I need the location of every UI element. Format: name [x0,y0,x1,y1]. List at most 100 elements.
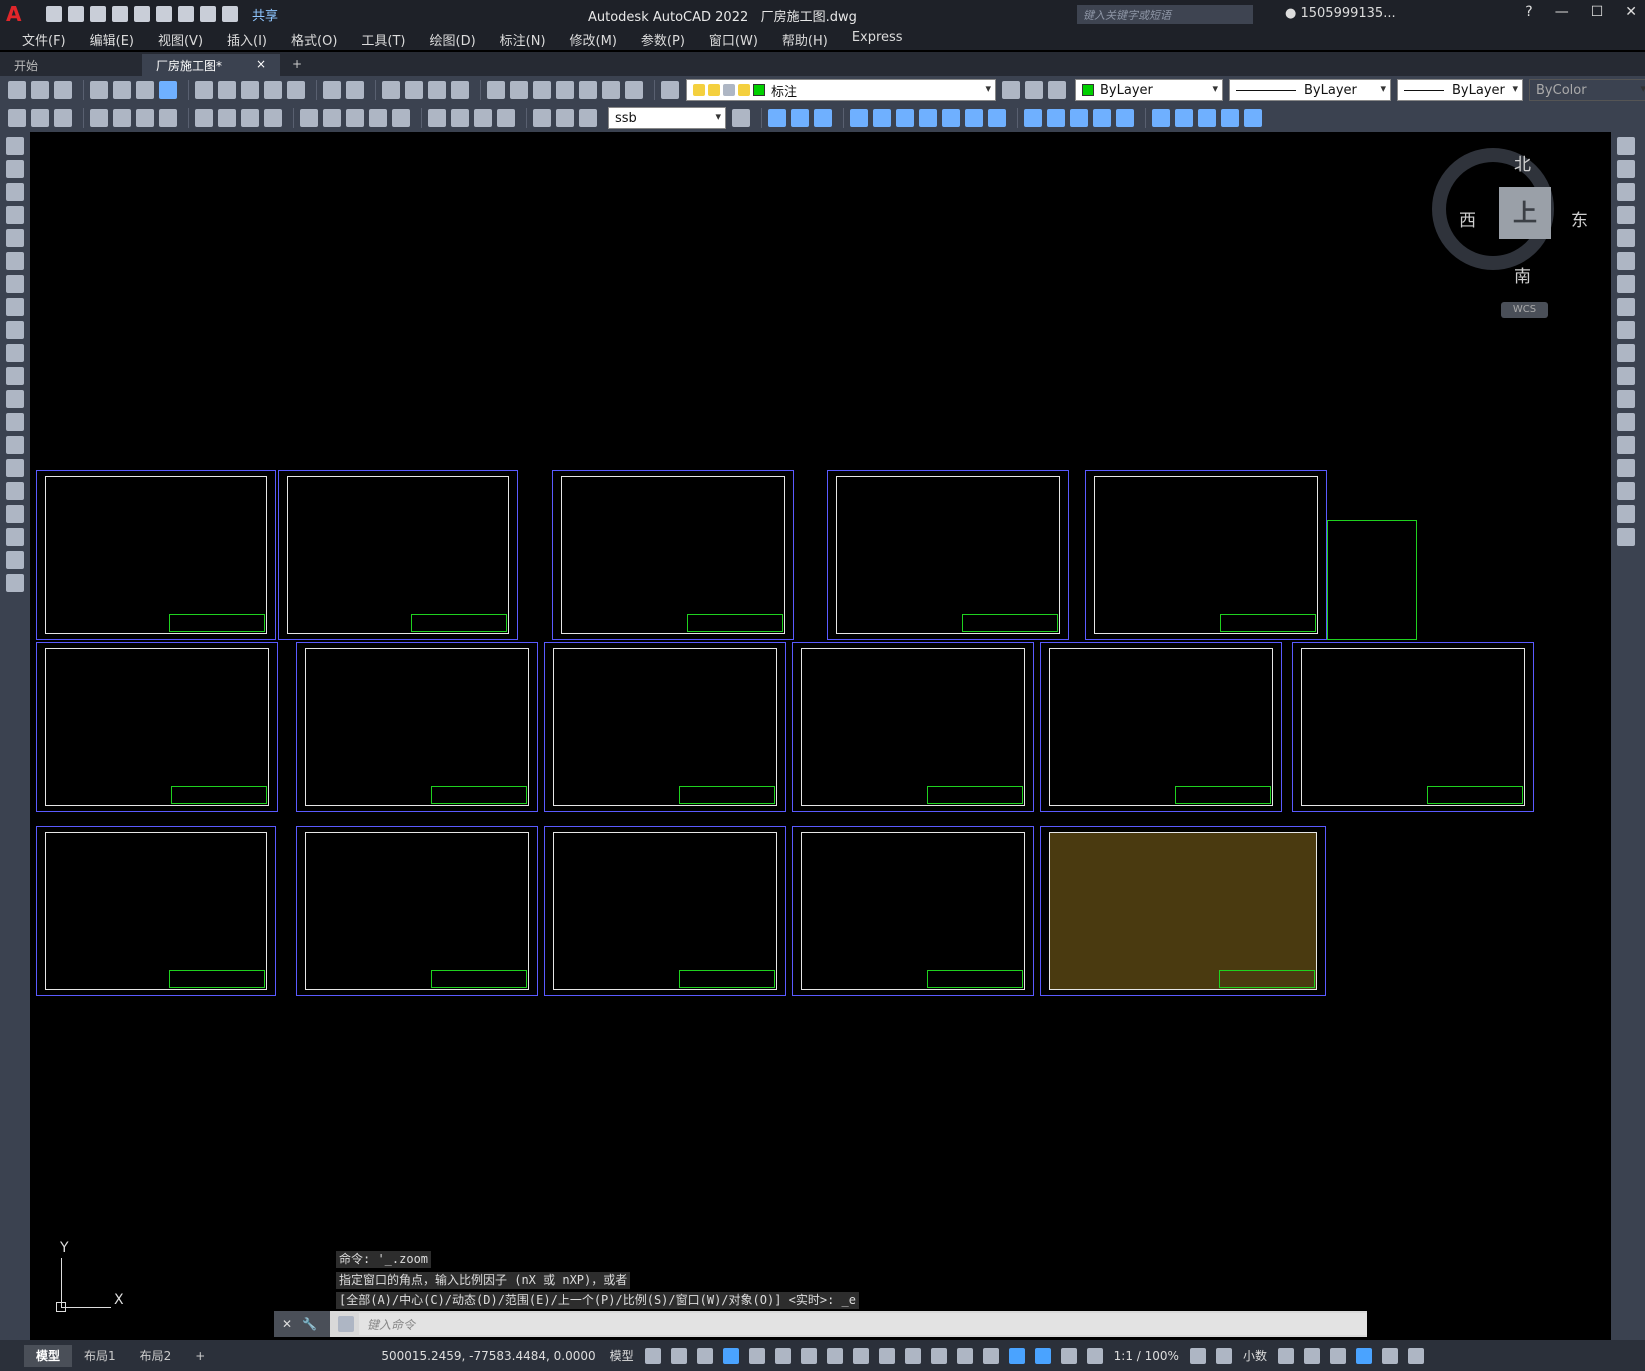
3d-dwf-icon[interactable] [159,81,177,99]
spline-icon[interactable] [6,321,24,339]
dimension-edit-icon[interactable] [533,109,551,127]
open-file-icon[interactable] [31,81,49,99]
save-to-web-icon[interactable] [156,6,172,22]
ellipse-arc-icon[interactable] [6,367,24,385]
drawing-canvas[interactable] [30,132,1611,1340]
workspace-switch-icon[interactable] [1189,1347,1206,1364]
new-icon[interactable] [46,6,62,22]
offset-icon[interactable] [1617,206,1635,224]
isolate-icon[interactable] [1024,109,1042,127]
drawing-sheet[interactable] [544,642,786,812]
selection-filter-icon[interactable] [982,1347,999,1364]
workspace-icon[interactable] [8,109,26,127]
units-value[interactable]: 小数 [1243,1347,1267,1364]
angular-dimension-icon[interactable] [264,109,282,127]
ellipse-icon[interactable] [6,344,24,362]
diameter-dimension-icon[interactable] [241,109,259,127]
draw-order-above-icon[interactable] [814,109,832,127]
selection-cycling-icon[interactable] [904,1347,921,1364]
block-attributes-icon[interactable] [1093,109,1111,127]
command-close-icon[interactable]: ✕ [282,1317,292,1331]
close-icon[interactable]: ✕ [1625,4,1637,20]
menu-express[interactable]: Express [840,30,915,49]
drawing-sheet[interactable] [1040,642,1282,812]
menu-insert[interactable]: 插入(I) [215,30,279,49]
menu-view[interactable]: 视图(V) [146,30,215,49]
xref-attach-icon[interactable] [1152,109,1170,127]
point-icon[interactable] [6,436,24,454]
print-icon[interactable] [90,81,108,99]
jogged-dimension-icon[interactable] [218,109,236,127]
circle-icon[interactable] [6,275,24,293]
user-account[interactable]: ● 1505999135... [1285,6,1396,21]
viewcube-top-face[interactable]: 上 [1499,187,1551,239]
calculator-icon[interactable] [602,81,620,99]
open-icon[interactable] [68,6,84,22]
layer-properties-icon[interactable] [661,81,679,99]
dimension-text-edit-icon[interactable] [556,109,574,127]
redo-tool-icon[interactable] [346,81,364,99]
menu-file[interactable]: 文件(F) [10,30,78,49]
save-file-icon[interactable] [54,81,72,99]
drawing-sheet[interactable] [552,470,794,640]
insert-block-icon[interactable] [6,390,24,408]
drawing-sheet[interactable] [296,826,538,996]
dimensions-to-front-icon[interactable] [873,109,891,127]
design-center-icon[interactable] [510,81,528,99]
tab-drawing[interactable]: 厂房施工图* × [142,54,280,76]
menu-draw[interactable]: 绘图(D) [418,30,488,49]
plot-icon[interactable] [178,6,194,22]
draw-order-back-icon[interactable] [791,109,809,127]
dimension-break-icon[interactable] [392,109,410,127]
inspection-icon[interactable] [474,109,492,127]
dimension-update-icon[interactable] [579,109,597,127]
isodraft-icon[interactable] [774,1347,791,1364]
lineweight-dropdown[interactable]: ByLayer [1397,79,1523,101]
transparency-icon[interactable] [878,1347,895,1364]
hide-objects-icon[interactable] [1047,109,1065,127]
block-editor-icon[interactable] [287,81,305,99]
command-customize-icon[interactable]: 🔧 [302,1317,317,1331]
arc-icon[interactable] [6,252,24,270]
add-layout-button[interactable]: + [183,1345,217,1367]
lock-ui-icon[interactable] [1303,1347,1320,1364]
auto-scale-icon[interactable] [1060,1347,1077,1364]
print-preview-icon[interactable] [113,81,131,99]
polar-tracking-icon[interactable] [748,1347,765,1364]
menu-format[interactable]: 格式(O) [279,30,349,49]
quick-properties-icon[interactable] [1277,1347,1294,1364]
linear-dimension-icon[interactable] [90,109,108,127]
model-space-button[interactable]: 模型 [610,1347,634,1364]
break-at-point-icon[interactable] [1617,390,1635,408]
text-style-icon[interactable] [54,109,72,127]
quick-dimension-icon[interactable] [300,109,318,127]
tab-start[interactable]: 开始 [0,54,140,76]
xref-frame-icon[interactable] [1244,109,1262,127]
move-icon[interactable] [1617,252,1635,270]
drawing-sheet[interactable] [296,642,538,812]
text-to-front-icon[interactable] [850,109,868,127]
pan-icon[interactable] [382,81,400,99]
layout-tab-1[interactable]: 布局1 [72,1345,128,1367]
markup-icon[interactable] [579,81,597,99]
paste-icon[interactable] [241,81,259,99]
menu-window[interactable]: 窗口(W) [697,30,770,49]
jogged-linear-icon[interactable] [497,109,515,127]
color-dropdown[interactable]: ByLayer [1075,79,1223,101]
clean-screen-icon[interactable] [1381,1347,1398,1364]
customization-icon[interactable] [1407,1347,1424,1364]
text-style-dropdown[interactable]: ssb [608,107,726,129]
menu-tools[interactable]: 工具(T) [349,30,417,49]
polygon-icon[interactable] [6,206,24,224]
menu-modify[interactable]: 修改(M) [558,30,629,49]
drawing-sheet[interactable] [792,826,1034,996]
draw-order-front-icon[interactable] [768,109,786,127]
drawing-sheet[interactable] [1040,826,1326,996]
snap-icon[interactable] [670,1347,687,1364]
mirror-icon[interactable] [1617,183,1635,201]
layout-tab-model[interactable]: 模型 [24,1344,73,1367]
tab-close-icon[interactable]: × [256,57,266,73]
drawing-sheet[interactable] [544,826,786,996]
group-icon[interactable] [965,109,983,127]
leaders-to-front-icon[interactable] [896,109,914,127]
